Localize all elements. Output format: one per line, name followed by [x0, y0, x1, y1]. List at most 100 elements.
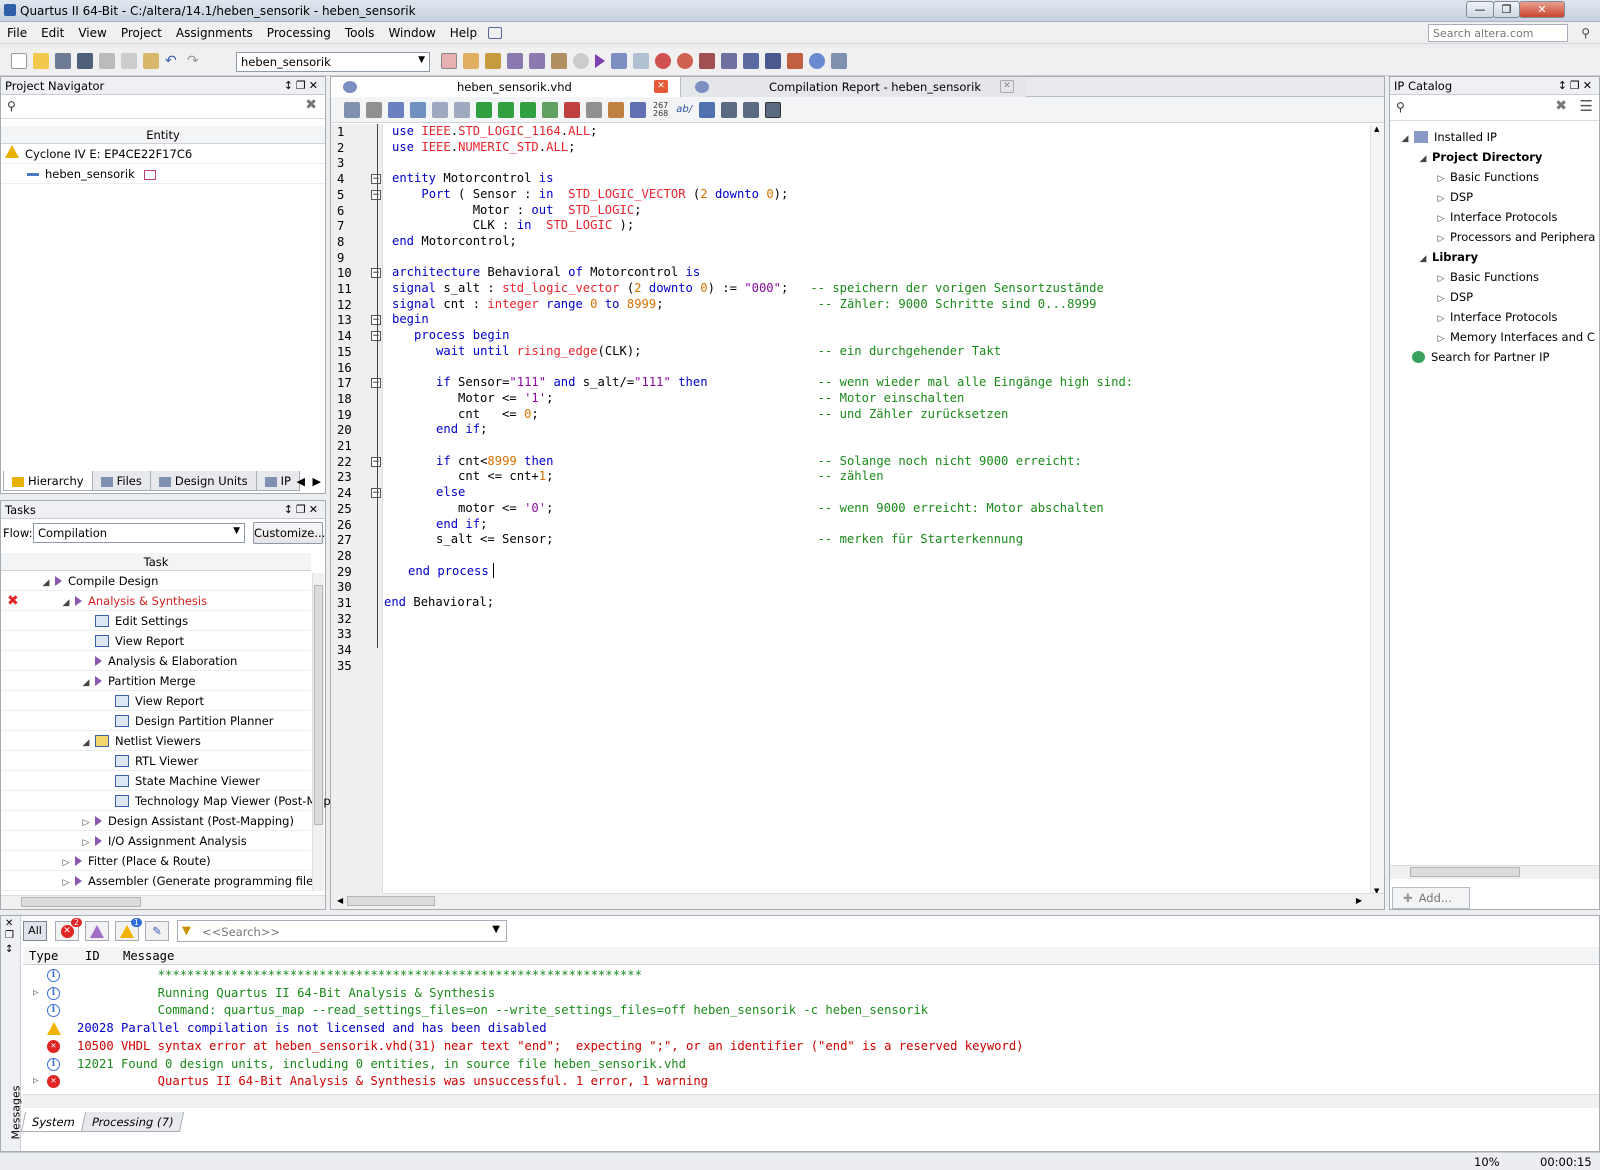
stop-compile-icon[interactable] — [441, 53, 457, 69]
ip-tree-item[interactable]: ◢ Installed IP — [1390, 127, 1599, 147]
timequest-icon[interactable] — [677, 53, 693, 69]
code-line[interactable]: end Behavioral; — [384, 595, 494, 610]
task-row[interactable]: ▷ Assembler (Generate programming files) — [1, 871, 324, 893]
next-bookmark-icon[interactable] — [498, 101, 514, 118]
fold-toggle-icon[interactable]: − — [371, 456, 381, 467]
redo-icon[interactable]: ↷ — [187, 53, 203, 69]
navigator-search[interactable]: ⚲ ✖ — [1, 95, 325, 119]
device-icon[interactable] — [529, 53, 545, 69]
expand-icon[interactable]: ▷ — [1436, 229, 1446, 249]
assignment-editor-icon[interactable] — [485, 53, 501, 69]
scroll-thumb[interactable] — [347, 896, 435, 906]
find-icon[interactable] — [366, 101, 382, 118]
message-search-input[interactable]: ▼ <<Search>> ▼ — [177, 920, 507, 942]
collapse-icon[interactable]: ◢ — [61, 593, 71, 613]
menu-project[interactable]: Project — [114, 22, 169, 44]
code-line[interactable]: Port ( Sensor : in STD_LOGIC_VECTOR (2 d… — [392, 187, 788, 202]
id-column-header[interactable]: ID — [85, 947, 100, 965]
ip-tree-item[interactable]: Search for Partner IP — [1390, 347, 1599, 367]
help-icon[interactable] — [809, 53, 825, 69]
code-line[interactable]: if cnt<8999 then -- Solange noch nicht 9… — [392, 454, 1082, 469]
tab-hierarchy[interactable]: Hierarchy — [3, 471, 93, 491]
expand-icon[interactable]: ▷ — [1436, 269, 1446, 289]
task-row[interactable]: State Machine Viewer — [1, 771, 311, 791]
block-comment-icon[interactable] — [721, 101, 738, 118]
indent-icon[interactable] — [432, 101, 448, 118]
clear-bookmark-icon[interactable] — [542, 101, 558, 118]
clear-search-icon[interactable]: ✖ — [305, 97, 317, 113]
fold-toggle-icon[interactable]: − — [371, 315, 381, 326]
minimize-button[interactable]: — — [1466, 1, 1494, 18]
code-line[interactable]: use IEEE.NUMERIC_STD.ALL; — [392, 140, 575, 155]
filter-warnings-button[interactable]: 1 — [115, 918, 142, 941]
chip-planner-icon[interactable] — [743, 53, 759, 69]
scroll-up-icon[interactable]: ▲ — [1374, 125, 1379, 133]
copy-icon[interactable] — [121, 53, 137, 69]
expand-icon[interactable]: ▷ — [81, 833, 91, 853]
filter-suppressed-button[interactable]: ✎ — [145, 921, 169, 941]
scroll-thumb[interactable] — [314, 585, 323, 825]
ip-tree-item[interactable]: ▷ Interface Protocols — [1390, 207, 1599, 227]
task-row[interactable]: ▷ I/O Assignment Analysis — [1, 831, 311, 851]
tab-files[interactable]: Files — [91, 471, 151, 491]
ip-tree-item[interactable]: ▷ Memory Interfaces and C — [1390, 327, 1599, 347]
rtl-icon[interactable] — [721, 53, 737, 69]
ip-tree-item[interactable]: ▷ Interface Protocols — [1390, 307, 1599, 327]
expand-icon[interactable]: ▷ — [33, 985, 38, 1002]
code-line[interactable]: end process — [408, 564, 489, 579]
paste-icon[interactable] — [143, 53, 159, 69]
outdent-icon[interactable] — [454, 101, 470, 118]
fold-toggle-icon[interactable]: − — [371, 189, 381, 200]
chip-icon[interactable] — [551, 53, 567, 69]
fold-toggle-icon[interactable]: − — [371, 488, 381, 499]
task-row[interactable]: Analysis & Elaboration — [1, 651, 311, 671]
message-row[interactable]: i 12021 Found 0 design units, including 0 … — [27, 1056, 1587, 1073]
code-line[interactable]: architecture Behavioral of Motorcontrol … — [392, 265, 700, 280]
task-row[interactable]: ◢ Netlist Viewers — [1, 731, 311, 751]
code-line[interactable]: end if; — [392, 517, 487, 532]
undo-icon[interactable]: ↶ — [165, 53, 181, 69]
new-file-icon[interactable] — [11, 53, 27, 69]
panel-controls[interactable]: ↕❐✕ — [1558, 77, 1595, 95]
task-column-header[interactable]: Task — [1, 553, 311, 571]
code-line[interactable]: process begin — [392, 328, 509, 343]
wrap-icon[interactable] — [699, 101, 716, 118]
bookmark-icon[interactable] — [476, 101, 492, 118]
task-row[interactable]: Technology Map Viewer (Post-Mapp — [1, 791, 338, 811]
line-numbers-toggle[interactable]: 267 268 — [653, 101, 668, 118]
search-icon[interactable]: ⚲ — [1581, 26, 1590, 40]
task-row[interactable]: View Report — [1, 691, 311, 711]
expand-icon[interactable]: ▷ — [61, 853, 71, 873]
clear-search-icon[interactable]: ✖ — [1555, 98, 1567, 114]
chevron-down-icon[interactable]: ▼ — [492, 924, 500, 935]
delete-bookmarks-icon[interactable] — [564, 101, 580, 118]
menu-processing[interactable]: Processing — [260, 22, 338, 44]
ip-hscrollbar[interactable] — [1390, 865, 1599, 879]
close-tab-icon[interactable]: ✕ — [1000, 79, 1014, 93]
scroll-left-icon[interactable]: ◀ — [337, 896, 343, 905]
ip-tree-item[interactable]: ▷ Basic Functions — [1390, 167, 1599, 187]
open-folder-icon[interactable] — [33, 53, 49, 69]
project-combo[interactable]: heben_sensorik ▼ — [236, 52, 430, 72]
start-compilation-icon[interactable] — [595, 54, 605, 68]
pin-planner-icon[interactable] — [463, 53, 479, 69]
expand-icon[interactable]: ▷ — [81, 813, 91, 833]
collapse-icon[interactable]: ◢ — [41, 573, 51, 593]
search-altera-input[interactable]: Search altera.com — [1428, 24, 1568, 42]
expand-icon[interactable]: ▷ — [61, 873, 71, 893]
tab-vhd-file[interactable]: heben_sensorik.vhd ✕ — [331, 76, 681, 97]
collapse-icon[interactable]: ◢ — [81, 673, 91, 693]
message-column-header[interactable]: Message — [123, 947, 174, 965]
entity-column-header[interactable]: Entity — [1, 126, 325, 144]
attach-icon[interactable] — [586, 101, 602, 118]
task-row[interactable]: ▷ Design Assistant (Post-Mapping) — [1, 811, 311, 831]
save-all-icon[interactable] — [77, 53, 93, 69]
fold-toggle-icon[interactable]: − — [371, 174, 381, 185]
menu-assignments[interactable]: Assignments — [169, 22, 260, 44]
close-window-button[interactable]: ✕ — [1519, 1, 1565, 18]
netlist-icon[interactable] — [699, 53, 715, 69]
maximize-button[interactable]: ❐ — [1493, 1, 1520, 18]
message-row[interactable]: ✕ 10500 VHDL syntax error at heben_sensori… — [27, 1038, 1587, 1055]
device-row[interactable]: Cyclone IV E: EP4CE22F17C6 — [1, 144, 325, 164]
code-line[interactable]: CLK : in STD_LOGIC ); — [392, 218, 634, 233]
